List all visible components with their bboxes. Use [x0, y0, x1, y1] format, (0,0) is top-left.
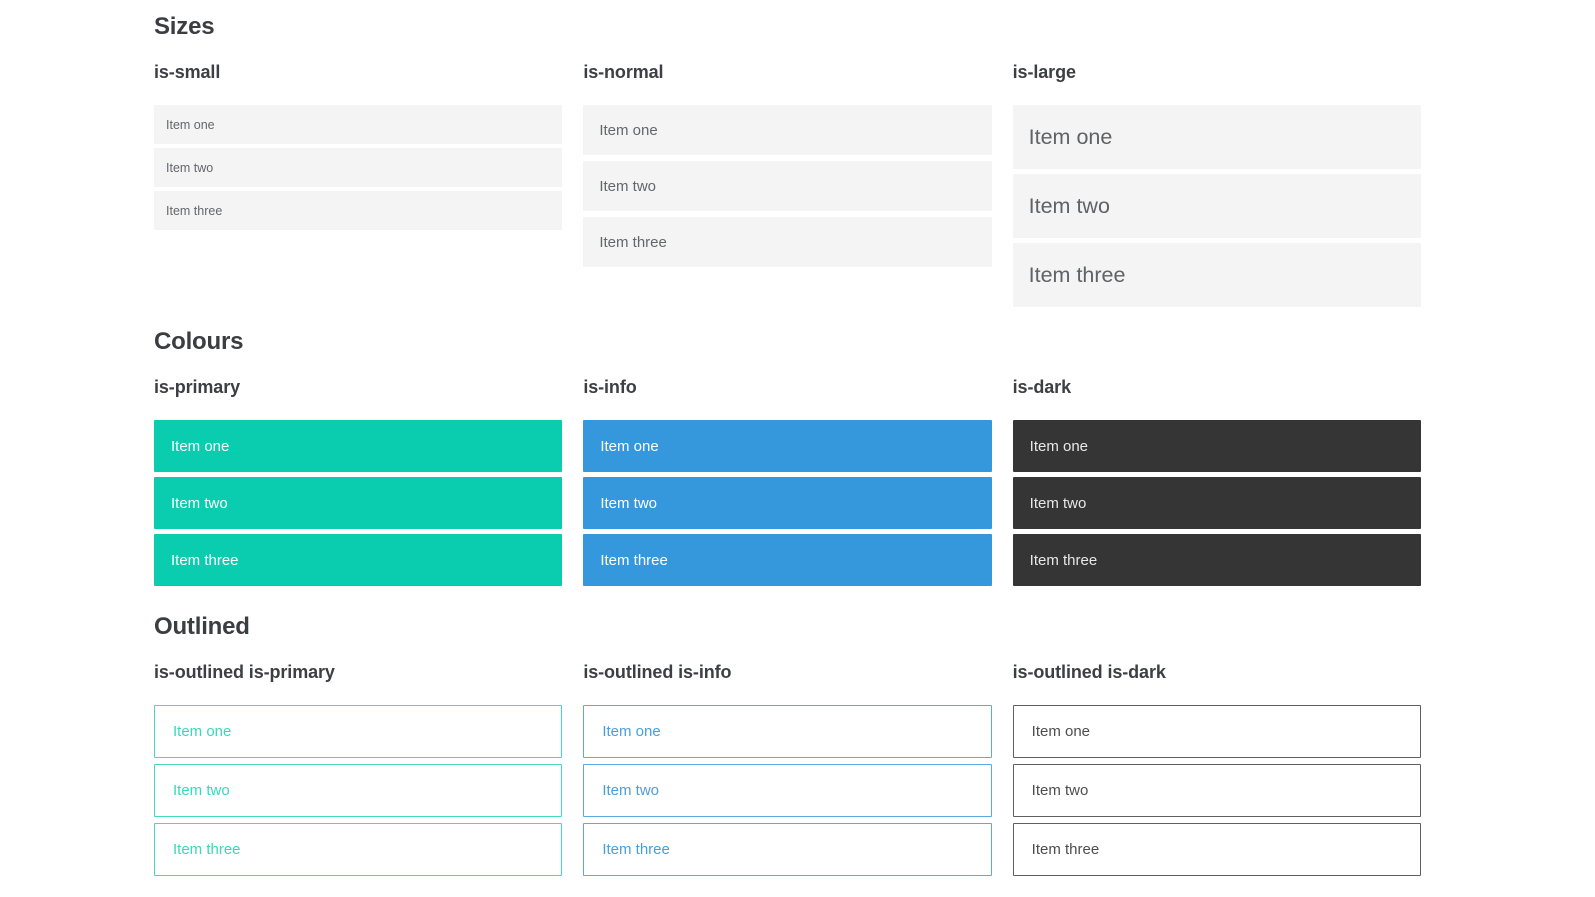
section-outlined: Outlined is-outlined is-primary Item one…	[154, 614, 1421, 876]
list-item[interactable]: Item three	[154, 823, 563, 876]
list-item[interactable]: Item one	[1012, 705, 1421, 758]
list-item[interactable]: Item three	[1012, 823, 1421, 876]
list-item[interactable]: Item two	[154, 477, 563, 529]
list-item[interactable]: Item two	[583, 764, 992, 817]
section-title-colours: Colours	[154, 328, 244, 355]
colours-columns: is-primary Item one Item two Item three …	[154, 377, 1421, 586]
list-is-outlined-is-info: Item one Item two Item three	[583, 705, 992, 876]
group-is-info: is-info Item one Item two Item three	[583, 377, 992, 586]
group-label-is-large: is-large	[1012, 62, 1076, 82]
sizes-columns: is-small Item one Item two Item three is…	[154, 62, 1421, 307]
styleguide-page: Sizes is-small Item one Item two Item th…	[0, 0, 1595, 897]
list-item[interactable]: Item one	[1012, 105, 1421, 169]
group-is-dark: is-dark Item one Item two Item three	[1012, 377, 1421, 586]
list-item[interactable]: Item two	[1012, 174, 1421, 238]
group-is-outlined-is-info: is-outlined is-info Item one Item two It…	[583, 662, 992, 876]
styleguide-content: Sizes is-small Item one Item two Item th…	[154, 14, 1421, 876]
group-is-normal: is-normal Item one Item two Item three	[583, 62, 992, 267]
group-is-large: is-large Item one Item two Item three	[1012, 62, 1421, 307]
list-item[interactable]: Item one	[583, 105, 992, 155]
group-is-outlined-is-primary: is-outlined is-primary Item one Item two…	[154, 662, 563, 876]
list-item[interactable]: Item three	[583, 823, 992, 876]
list-is-large: Item one Item two Item three	[1012, 105, 1421, 307]
list-item[interactable]: Item three	[583, 217, 992, 267]
list-is-small: Item one Item two Item three	[154, 105, 563, 230]
section-title-sizes: Sizes	[154, 13, 215, 40]
group-label-is-normal: is-normal	[583, 62, 664, 82]
list-item[interactable]: Item three	[583, 534, 992, 586]
list-is-info: Item one Item two Item three	[583, 420, 992, 586]
list-item[interactable]: Item three	[1012, 243, 1421, 307]
section-colours: Colours is-primary Item one Item two Ite…	[154, 329, 1421, 586]
list-item[interactable]: Item two	[1012, 764, 1421, 817]
group-is-primary: is-primary Item one Item two Item three	[154, 377, 563, 586]
section-sizes: Sizes is-small Item one Item two Item th…	[154, 14, 1421, 307]
list-item[interactable]: Item one	[154, 705, 563, 758]
list-item[interactable]: Item two	[583, 161, 992, 211]
list-item[interactable]: Item two	[583, 477, 992, 529]
group-label-is-outlined-is-dark: is-outlined is-dark	[1012, 662, 1166, 682]
group-label-is-primary: is-primary	[154, 377, 241, 397]
list-item[interactable]: Item three	[154, 534, 563, 586]
group-label-is-small: is-small	[154, 62, 221, 82]
group-label-is-outlined-is-primary: is-outlined is-primary	[154, 662, 335, 682]
list-item[interactable]: Item three	[1012, 534, 1421, 586]
list-is-dark: Item one Item two Item three	[1012, 420, 1421, 586]
list-item[interactable]: Item three	[154, 191, 563, 230]
list-item[interactable]: Item one	[583, 420, 992, 472]
group-label-is-dark: is-dark	[1012, 377, 1071, 397]
list-item[interactable]: Item one	[154, 420, 563, 472]
outlined-columns: is-outlined is-primary Item one Item two…	[154, 662, 1421, 876]
section-title-outlined: Outlined	[154, 613, 250, 640]
group-is-small: is-small Item one Item two Item three	[154, 62, 563, 230]
group-is-outlined-is-dark: is-outlined is-dark Item one Item two It…	[1012, 662, 1421, 876]
list-item[interactable]: Item one	[1012, 420, 1421, 472]
list-is-outlined-is-dark: Item one Item two Item three	[1012, 705, 1421, 876]
group-label-is-info: is-info	[583, 377, 637, 397]
list-is-primary: Item one Item two Item three	[154, 420, 563, 586]
list-item[interactable]: Item two	[154, 148, 563, 187]
list-item[interactable]: Item two	[1012, 477, 1421, 529]
list-is-outlined-is-primary: Item one Item two Item three	[154, 705, 563, 876]
list-item[interactable]: Item one	[154, 105, 563, 144]
list-item[interactable]: Item two	[154, 764, 563, 817]
list-item[interactable]: Item one	[583, 705, 992, 758]
group-label-is-outlined-is-info: is-outlined is-info	[583, 662, 732, 682]
list-is-normal: Item one Item two Item three	[583, 105, 992, 267]
